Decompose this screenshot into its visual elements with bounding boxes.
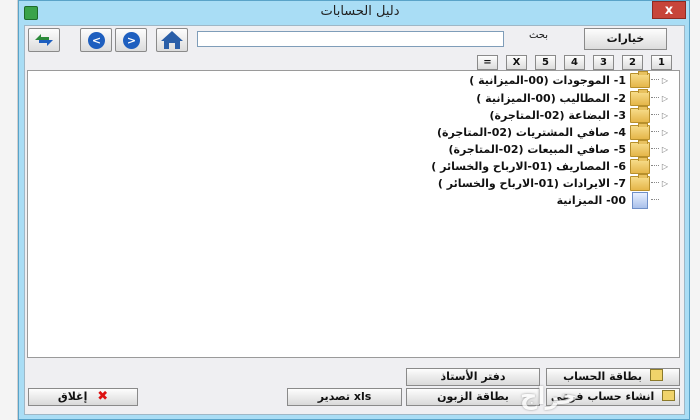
close-x-icon: ✖ xyxy=(97,389,109,404)
tree-item-label: 2- المطاليب (00-الميزانية ) xyxy=(476,91,626,105)
search-input[interactable] xyxy=(197,31,504,47)
folder-icon xyxy=(630,139,650,157)
tree-connector xyxy=(651,97,659,99)
folder-icon xyxy=(630,70,650,88)
search-label: بحث xyxy=(528,30,548,41)
tree-item-7[interactable]: ▷ 7- الايرادات (01-الارباح والخسائر ) xyxy=(437,173,670,191)
level-4-button[interactable]: 4 xyxy=(564,55,585,70)
tree-connector xyxy=(651,131,659,133)
tree-connector xyxy=(651,165,659,167)
tree-item-1[interactable]: ▷ 1- الموجودات (00-الميزانية ) xyxy=(469,70,670,88)
tree-item-label: 1- الموجودات (00-الميزانية ) xyxy=(469,73,626,87)
expand-arrow-icon[interactable]: ▷ xyxy=(660,145,670,154)
tree-item-label: 7- الايرادات (01-الارباح والخسائر ) xyxy=(437,176,626,190)
tree-item-label: 5- صافي المبيعات (02-المتاجرة) xyxy=(448,142,626,156)
tree-item-2[interactable]: ▷ 2- المطاليب (00-الميزانية ) xyxy=(476,88,670,106)
level-2-button[interactable]: 2 xyxy=(622,55,643,70)
forward-button[interactable]: > xyxy=(115,28,147,52)
arrow-right-icon: > xyxy=(123,32,140,49)
tree-connector xyxy=(651,79,659,81)
background-left xyxy=(0,0,18,420)
expand-arrow-icon[interactable]: ▷ xyxy=(660,94,670,103)
background-right xyxy=(690,0,700,420)
folder-icon xyxy=(630,88,650,106)
arrow-left-icon: < xyxy=(88,32,105,49)
tree-connector xyxy=(651,199,659,201)
options-button[interactable]: خيارات xyxy=(584,28,667,50)
level-1-button[interactable]: 1 xyxy=(651,55,672,70)
back-button[interactable]: < xyxy=(80,28,112,52)
tree-item-5[interactable]: ▷ 5- صافي المبيعات (02-المتاجرة) xyxy=(448,139,670,157)
card-edit-icon xyxy=(649,369,663,381)
level-3-button[interactable]: 3 xyxy=(593,55,614,70)
tree-item-label: 4- صافي المشتريات (02-المتاجرة) xyxy=(436,125,626,139)
window-close-button[interactable]: x xyxy=(652,1,686,19)
collapse-all-button[interactable]: X xyxy=(506,55,527,70)
app-icon xyxy=(24,6,38,20)
folder-icon xyxy=(630,173,650,191)
tree-connector xyxy=(651,182,659,184)
tree-item-6[interactable]: ▷ 6- المصاريف (01-الارباح والخسائر ) xyxy=(431,156,670,174)
folder-icon xyxy=(630,105,650,123)
expand-arrow-icon[interactable]: ▷ xyxy=(660,128,670,137)
close-label: إغلاق xyxy=(57,390,88,403)
level-5-button[interactable]: 5 xyxy=(535,55,556,70)
expand-arrow-icon[interactable]: ▷ xyxy=(660,111,670,120)
expand-arrow-icon[interactable]: ▷ xyxy=(660,76,670,85)
tree-connector xyxy=(651,148,659,150)
tree-connector xyxy=(651,114,659,116)
tree-item-label: 00- الميزانية xyxy=(556,193,626,207)
refresh-button[interactable] xyxy=(28,28,60,52)
tree-item-4[interactable]: ▷ 4- صافي المشتريات (02-المتاجرة) xyxy=(436,122,670,140)
refresh-arrows-icon xyxy=(35,34,53,46)
tree-item-8[interactable]: 00- الميزانية xyxy=(556,191,670,209)
home-icon xyxy=(161,31,183,49)
home-button[interactable] xyxy=(156,28,188,52)
tree-item-label: 6- المصاريف (01-الارباح والخسائر ) xyxy=(431,159,626,173)
folder-icon xyxy=(630,156,650,174)
expand-arrow-icon[interactable]: ▷ xyxy=(660,162,670,171)
watermark-logo: حراج xyxy=(520,382,578,410)
window-title: دليل الحسابات xyxy=(320,4,400,19)
tree-item-label: 3- البضاعة (02-المتاجرة) xyxy=(489,108,626,122)
close-button[interactable]: إغلاق ✖ xyxy=(28,388,138,406)
export-xls-button[interactable]: تصدير xls xyxy=(287,388,402,406)
folder-icon xyxy=(630,122,650,140)
document-icon xyxy=(632,191,648,209)
tree-item-3[interactable]: ▷ 3- البضاعة (02-المتاجرة) xyxy=(489,105,670,123)
equal-button[interactable]: = xyxy=(477,55,498,70)
expand-arrow-icon[interactable]: ▷ xyxy=(660,179,670,188)
